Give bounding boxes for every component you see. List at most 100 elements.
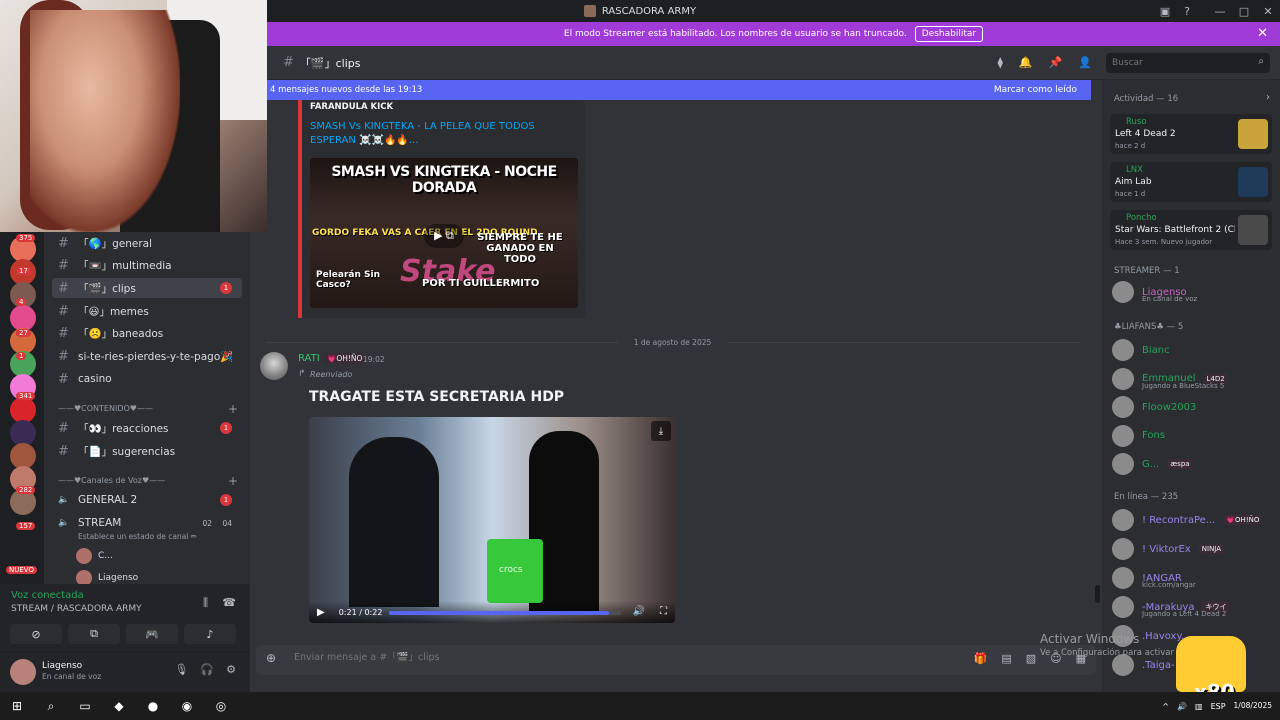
member-item[interactable]: !ANGAR kick.com/angar xyxy=(1112,566,1272,590)
embed-provider[interactable]: FARANDULA KICK xyxy=(310,102,393,112)
video-figure-man xyxy=(349,437,439,607)
sticker-icon[interactable]: ▧ xyxy=(1026,652,1036,665)
voice-channel-item[interactable]: 🔈 GENERAL 2 1 xyxy=(52,490,242,510)
activity-icon[interactable]: 🎮 xyxy=(126,624,178,644)
channel-item[interactable]: # 「👀」reacciones 1 xyxy=(52,418,242,438)
channel-item[interactable]: # 「🌎」general xyxy=(52,233,242,253)
member-item[interactable]: Fons xyxy=(1112,424,1272,448)
settings-gear-icon[interactable]: ⚙ xyxy=(226,663,236,676)
gift-icon[interactable]: 🎁 xyxy=(974,652,988,665)
microphone-icon[interactable]: 🎙 xyxy=(174,663,188,676)
new-messages-bar[interactable]: 4 mensajes nuevos desde las 19:13 Marcar… xyxy=(267,80,1091,100)
tray-chevron-icon[interactable]: ^ xyxy=(1162,702,1169,711)
channel-item[interactable]: # si-te-ries-pierdes-y-te-pago🎉 xyxy=(52,347,242,367)
channel-item[interactable]: # 「☹️」baneados xyxy=(52,324,242,344)
camera-off-icon[interactable]: ⊘ xyxy=(10,624,62,644)
channel-item[interactable]: # 「📄」sugerencias xyxy=(52,441,242,461)
channel-item[interactable]: # 「📼」multimedia xyxy=(52,256,242,276)
message-avatar[interactable] xyxy=(260,352,288,380)
member-avatar xyxy=(1112,367,1134,390)
threads-icon[interactable]: ⧫ xyxy=(997,56,1002,69)
obs-icon[interactable]: ◎ xyxy=(204,692,238,720)
soundboard-icon[interactable]: ♪ xyxy=(184,624,236,644)
voice-signal-icon[interactable]: ⫼ xyxy=(203,596,208,610)
windows-start-icon[interactable]: ⊞ xyxy=(0,692,34,720)
category-voice[interactable]: ——♥Canales de Voz♥—— xyxy=(58,476,165,485)
video-progress-bar[interactable] xyxy=(389,611,621,615)
discord-icon[interactable]: ◉ xyxy=(170,692,204,720)
streamer-mode-banner: El modo Streamer está habilitado. Los no… xyxy=(267,22,1280,46)
member-item[interactable]: Liagenso En canal de voz xyxy=(1112,280,1272,304)
add-voice-channel-icon[interactable]: + xyxy=(228,474,238,488)
banner-close-icon[interactable]: ✕ xyxy=(1257,26,1268,41)
channel-label: 「😃」memes xyxy=(78,305,149,318)
activity-when: Hace 3 sem. Nuevo jugador xyxy=(1115,238,1213,246)
taskbar-search-icon[interactable]: ⌕ xyxy=(34,692,68,720)
chevron-right-icon[interactable]: › xyxy=(1266,92,1270,103)
download-icon[interactable]: ⤓ xyxy=(651,421,671,441)
embed-thumbnail[interactable]: SMASH VS KINGTEKA - NOCHE DORADA GORDO F… xyxy=(310,158,578,308)
user-name[interactable]: Liagenso xyxy=(42,661,82,671)
search-input[interactable] xyxy=(1106,53,1270,73)
disconnect-icon[interactable]: ☎ xyxy=(222,596,236,609)
member-item[interactable]: G... æspa xyxy=(1112,452,1272,476)
disable-streamer-button[interactable]: Deshabilitar xyxy=(914,26,984,42)
inbox-icon[interactable]: ▣ xyxy=(1160,5,1170,18)
video-attachment[interactable]: crocs ⤓ ▶ 0:21 / 0:22 🔊 ⛶ xyxy=(309,417,675,623)
screen-share-icon[interactable]: ⧉ xyxy=(68,624,120,644)
pin-icon[interactable]: 📌 xyxy=(1049,56,1063,69)
voice-status[interactable]: Voz conectada xyxy=(11,590,84,601)
volume-icon[interactable]: 🔊 xyxy=(633,606,645,617)
language-indicator[interactable]: ESP xyxy=(1211,702,1226,711)
category-content[interactable]: ——♥CONTENIDO♥—— xyxy=(58,404,153,413)
play-video-icon[interactable]: ▶ ⧉ xyxy=(424,224,464,248)
fullscreen-icon[interactable]: ⛶ xyxy=(660,606,667,617)
brave-browser-icon[interactable]: ◆ xyxy=(102,692,136,720)
member-item[interactable]: ! RecontraPe... 💗OH!ÑO xyxy=(1112,508,1272,532)
author-tag[interactable]: 💗OH!ÑO xyxy=(324,353,366,364)
member-item[interactable]: Bianc xyxy=(1112,338,1272,362)
member-status: Jugando a Left 4 Dead 2 xyxy=(1142,610,1227,618)
activity-card[interactable]: Ruso Left 4 Dead 2 hace 2 d xyxy=(1110,114,1272,154)
clock[interactable]: 1/08/2025 xyxy=(1234,701,1272,711)
close-icon[interactable]: ✕ xyxy=(1256,0,1280,22)
channel-item[interactable]: # casino xyxy=(52,369,242,389)
channel-item[interactable]: # 「😃」memes xyxy=(52,301,242,321)
network-icon[interactable]: ▥ xyxy=(1195,702,1203,711)
file-explorer-icon[interactable]: ▭ xyxy=(68,692,102,720)
channel-label: 「🌎」general xyxy=(78,237,152,250)
voice-location[interactable]: STREAM / RASCADORA ARMY xyxy=(11,604,142,614)
add-channel-icon[interactable]: + xyxy=(228,402,238,416)
headphones-icon[interactable]: 🎧 xyxy=(200,663,214,676)
video-play-icon[interactable]: ▶ xyxy=(317,607,325,618)
member-item[interactable]: -Marakuya キウイ Jugando a Left 4 Dead 2 xyxy=(1112,595,1272,619)
message-scrollbar[interactable] xyxy=(1095,585,1100,603)
maximize-icon[interactable]: □ xyxy=(1232,0,1256,22)
message-input[interactable] xyxy=(294,652,894,663)
member-item[interactable]: Floow2003 xyxy=(1112,395,1272,419)
voice-channel-item[interactable]: 🔈 STREAM 02 04 xyxy=(52,513,242,533)
message-list[interactable]: FARANDULA KICK SMASH Vs KINGTEKA - LA PE… xyxy=(250,100,1095,636)
channel-item[interactable]: # 「🎬」clips 1 xyxy=(52,278,242,299)
embed-title-link[interactable]: SMASH Vs KINGTEKA - LA PELEA QUE TODOS E… xyxy=(310,120,550,148)
user-avatar[interactable] xyxy=(10,659,36,685)
member-item[interactable]: Emmanuel L4D2 Jugando a BlueStacks 5 xyxy=(1112,367,1272,391)
mark-as-read-button[interactable]: Marcar como leído xyxy=(994,85,1077,95)
help-icon[interactable]: ? xyxy=(1184,5,1190,18)
minimize-icon[interactable]: — xyxy=(1208,0,1232,22)
activity-card[interactable]: LNX Aim Lab hace 1 d xyxy=(1110,162,1272,202)
attach-plus-icon[interactable]: ⊕ xyxy=(266,651,276,665)
volume-tray-icon[interactable]: 🔊 xyxy=(1177,702,1187,711)
member-item[interactable]: ! ViktorEx NINJA xyxy=(1112,537,1272,561)
online-header: En línea — 235 xyxy=(1114,492,1179,502)
message-author[interactable]: RATI xyxy=(298,353,320,364)
gif-icon[interactable]: ▤ xyxy=(1001,652,1011,665)
member-list-icon[interactable]: 👤 xyxy=(1078,56,1092,69)
spotify-icon[interactable]: ● xyxy=(136,692,170,720)
notification-bell-icon[interactable]: 🔔 xyxy=(1019,56,1033,69)
voice-user[interactable]: C... xyxy=(76,548,113,564)
stream-channel-status[interactable]: Establece un estado de canal ✏ xyxy=(78,532,197,541)
title-tools: ▣ ? xyxy=(1160,0,1190,22)
message-time: 19:02 xyxy=(363,355,385,364)
activity-card[interactable]: Poncho Star Wars: Battlefront 2 (Cl... Hac… xyxy=(1110,210,1272,250)
